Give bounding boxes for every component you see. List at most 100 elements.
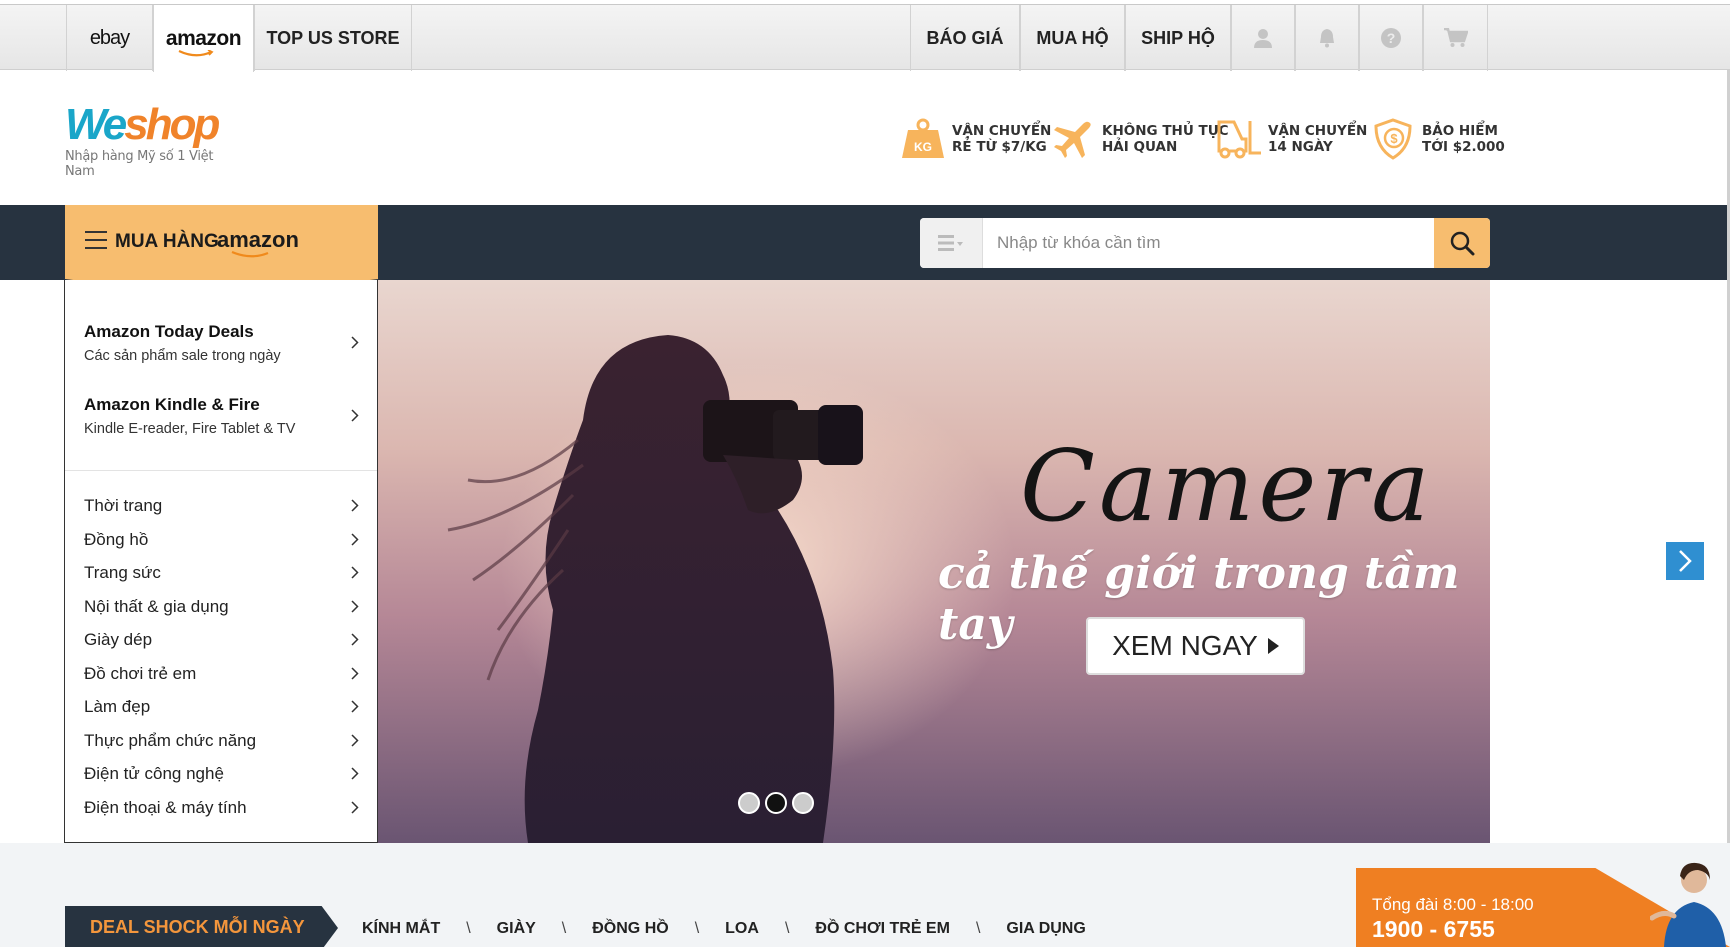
link-separator: \ bbox=[694, 920, 700, 937]
deal-link-gia-dung[interactable]: GIA DỤNG bbox=[1006, 920, 1085, 938]
airplane-icon bbox=[1050, 117, 1096, 161]
amazon-logo: amazon bbox=[165, 26, 242, 56]
chevron-right-icon bbox=[351, 700, 359, 713]
sidebar-item-thuc-pham[interactable]: Thực phẩm chức năng bbox=[84, 726, 359, 756]
sidebar-divider bbox=[65, 470, 377, 471]
deal-link-dong-ho[interactable]: ĐỒNG HỒ bbox=[592, 920, 668, 938]
weshop-logo[interactable]: Weshop Nhập hàng Mỹ số 1 Việt Nam bbox=[65, 100, 235, 180]
bell-icon bbox=[1320, 29, 1334, 48]
hero-banner[interactable]: Camera cả thế giới trong tầm tay XEM NGA… bbox=[378, 280, 1490, 843]
support-agent-image bbox=[1650, 862, 1726, 947]
brand-name-we: We bbox=[65, 100, 127, 149]
amazon-smile-icon bbox=[178, 49, 214, 56]
tab-mua-ho[interactable]: MUA HỘ bbox=[1020, 5, 1125, 71]
tab-ebay[interactable]: ebay bbox=[66, 5, 153, 71]
user-icon bbox=[1254, 29, 1272, 48]
sidebar-item-dien-tu[interactable]: Điện tử công nghệ bbox=[84, 759, 359, 789]
link-separator: \ bbox=[784, 920, 790, 937]
chevron-right-icon bbox=[351, 734, 359, 747]
sidebar-item-label: Làm đẹp bbox=[84, 697, 151, 716]
sidebar-item-dong-ho[interactable]: Đồng hồ bbox=[84, 525, 359, 555]
tab-amazon[interactable]: amazon bbox=[153, 5, 254, 72]
tab-top-us-store[interactable]: TOP US STORE bbox=[254, 5, 412, 71]
search-button[interactable] bbox=[1434, 218, 1490, 268]
amazon-smile-icon bbox=[231, 251, 269, 258]
chevron-right-icon bbox=[1679, 550, 1692, 572]
chevron-right-icon bbox=[351, 801, 359, 814]
sidebar-item-giay-dep[interactable]: Giày dép bbox=[84, 625, 359, 655]
chevron-right-icon bbox=[351, 566, 359, 579]
deal-link-giay[interactable]: GIÀY bbox=[497, 920, 536, 938]
search-input[interactable] bbox=[983, 218, 1429, 268]
deal-shock-label: DEAL SHOCK MỖI NGÀY bbox=[90, 917, 305, 937]
svg-text:$: $ bbox=[1390, 131, 1398, 146]
shield-dollar-icon: $ bbox=[1370, 117, 1416, 161]
menu-head-label: MUA HÀNG bbox=[115, 231, 219, 252]
sidebar-item-label: Đồ chơi trẻ em bbox=[84, 664, 197, 683]
tab-top-us-store-label: TOP US STORE bbox=[266, 27, 400, 48]
feature-shipping-price-line2: RẺ TỪ $7/KG bbox=[952, 139, 1047, 155]
sidebar-item-do-choi[interactable]: Đồ chơi trẻ em bbox=[84, 659, 359, 689]
feature-insurance: $ BẢO HIỂM TỚI $2.000 bbox=[1370, 117, 1505, 161]
brand-name-shop: shop bbox=[124, 100, 220, 149]
help-button[interactable]: ? bbox=[1359, 5, 1423, 71]
next-slide-button[interactable] bbox=[1666, 542, 1704, 580]
chevron-right-icon bbox=[351, 499, 359, 512]
chevron-right-icon bbox=[351, 667, 359, 680]
chevron-right-icon bbox=[351, 409, 359, 422]
sidebar-item-label: Điện thoại & máy tính bbox=[84, 798, 247, 817]
feature-delivery-time-line1: VẬN CHUYỂN bbox=[1268, 123, 1368, 139]
feature-delivery-time: VẬN CHUYỂN 14 NGÀY bbox=[1216, 117, 1367, 161]
view-now-label: XEM NGAY bbox=[1112, 630, 1258, 661]
amazon-logo-text: amazon bbox=[165, 26, 242, 50]
feature-delivery-time-line2: 14 NGÀY bbox=[1268, 139, 1333, 155]
sidebar-item-dien-thoai[interactable]: Điện thoại & máy tính bbox=[84, 793, 359, 823]
chevron-right-icon bbox=[351, 600, 359, 613]
tab-ship-ho[interactable]: SHIP HỘ bbox=[1125, 5, 1231, 71]
forklift-icon bbox=[1216, 117, 1262, 161]
sidebar-item-thoi-trang[interactable]: Thời trang bbox=[84, 491, 359, 521]
hotline-number: 1900 - 6755 bbox=[1372, 916, 1495, 942]
sidebar-item-today-deals[interactable]: Amazon Today Deals Các sản phẩm sale tro… bbox=[65, 322, 377, 382]
search-category-dropdown[interactable] bbox=[920, 218, 983, 268]
hamburger-icon bbox=[85, 231, 107, 249]
sidebar-item-label: Nội thất & gia dụng bbox=[84, 597, 229, 616]
sidebar-item-lam-dep[interactable]: Làm đẹp bbox=[84, 692, 359, 722]
cart-icon bbox=[1443, 28, 1468, 47]
link-separator: \ bbox=[466, 920, 471, 937]
tab-bao-gia[interactable]: BÁO GIÁ bbox=[910, 5, 1020, 71]
sidebar-item-label: Trang sức bbox=[84, 563, 161, 582]
tab-ship-ho-label: SHIP HỘ bbox=[1141, 27, 1215, 48]
link-separator: \ bbox=[975, 920, 981, 937]
slide-indicators bbox=[738, 792, 819, 814]
cart-button[interactable] bbox=[1423, 5, 1488, 71]
list-dropdown-icon bbox=[938, 235, 963, 251]
deal-link-do-choi[interactable]: ĐỒ CHƠI TRẺ EM bbox=[815, 920, 950, 938]
weight-kg-badge: KG bbox=[914, 140, 932, 154]
slide-dot-2[interactable] bbox=[765, 792, 787, 814]
deal-category-links: KÍNH MẮT \ GIÀY \ ĐỒNG HỒ \ LOA \ ĐỒ CHƠ… bbox=[362, 920, 1086, 938]
brand-tagline: Nhập hàng Mỹ số 1 Việt Nam bbox=[65, 149, 214, 179]
chevron-right-icon bbox=[351, 533, 359, 546]
slide-dot-3[interactable] bbox=[792, 792, 814, 814]
deal-link-loa[interactable]: LOA bbox=[725, 920, 759, 938]
deal-shock-tab[interactable]: DEAL SHOCK MỖI NGÀY bbox=[65, 906, 338, 947]
sidebar-item-noi-that[interactable]: Nội thất & gia dụng bbox=[84, 592, 359, 622]
sidebar-item-trang-suc[interactable]: Trang sức bbox=[84, 558, 359, 588]
slide-dot-1[interactable] bbox=[738, 792, 760, 814]
sidebar-item-subtitle: Kindle E-reader, Fire Tablet & TV bbox=[84, 421, 296, 437]
weight-kg-icon: KG bbox=[900, 117, 946, 161]
sidebar-item-label: Thực phẩm chức năng bbox=[84, 731, 257, 750]
notification-button[interactable] bbox=[1295, 5, 1359, 71]
deal-link-kinh-mat[interactable]: KÍNH MẮT bbox=[362, 920, 440, 938]
sidebar-item-kindle-fire[interactable]: Amazon Kindle & Fire Kindle E-reader, Fi… bbox=[65, 395, 377, 455]
feature-shipping-price: KG VẬN CHUYỂN RẺ TỪ $7/KG bbox=[900, 117, 1051, 161]
view-now-button[interactable]: XEM NGAY bbox=[1086, 617, 1305, 675]
sidebar-item-label: Thời trang bbox=[84, 496, 163, 515]
chevron-right-icon bbox=[351, 633, 359, 646]
sidebar-item-label: Điện tử công nghệ bbox=[84, 764, 224, 783]
user-button[interactable] bbox=[1231, 5, 1295, 71]
svg-text:?: ? bbox=[1387, 30, 1396, 46]
banner-title: Camera bbox=[1020, 430, 1434, 544]
search-bar bbox=[920, 218, 1490, 268]
